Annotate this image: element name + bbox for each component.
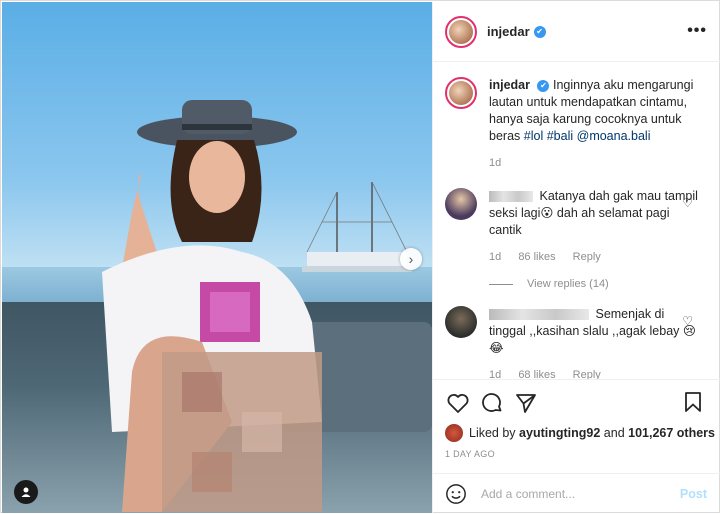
comment-heart-icon[interactable]: ♡: [682, 196, 693, 210]
author-username[interactable]: injedar: [487, 24, 530, 39]
more-icon[interactable]: •••: [687, 22, 707, 40]
view-replies-button[interactable]: View replies (14): [489, 278, 707, 290]
heart-icon: [447, 394, 469, 413]
likes-and-label: and: [603, 426, 625, 440]
user-tag-button[interactable]: [14, 480, 38, 504]
comments-list: injedar ✔ Inginnya aku mengarungi lautan…: [433, 63, 720, 379]
person-figure-image: [102, 100, 322, 512]
comment-heart-icon[interactable]: ♡: [682, 314, 693, 328]
comment-time[interactable]: 1d: [489, 251, 501, 263]
post-photo[interactable]: ›: [2, 2, 432, 513]
bookmark-icon: [685, 392, 701, 412]
share-button[interactable]: [513, 390, 539, 416]
mention-moana-bali[interactable]: @moana.bali: [577, 129, 651, 143]
hashtag-lol[interactable]: #lol: [524, 129, 543, 143]
likes-count[interactable]: 101,267 others: [628, 426, 715, 440]
post-actions: Liked by ayutingting92 and 101,267 other…: [433, 379, 720, 513]
comment-item: Semenjak di tinggal ,,kasihan slalu ,,ag…: [445, 306, 707, 379]
post-container: › injedar ✔ ••• injedar ✔ Inginnya aku m: [0, 0, 720, 513]
reply-button[interactable]: Reply: [573, 251, 601, 263]
post-date[interactable]: 1 DAY AGO: [445, 449, 495, 459]
caption-author[interactable]: injedar: [489, 78, 530, 92]
caption-author-avatar[interactable]: [445, 77, 477, 109]
comment-item: Katanya dah gak mau tampil seksi lagi😮 d…: [445, 188, 707, 266]
divider: [489, 283, 513, 285]
post-comment-button[interactable]: Post: [680, 487, 707, 501]
hashtag-bali[interactable]: #bali: [547, 129, 573, 143]
caption-time[interactable]: 1d: [489, 157, 501, 169]
save-button[interactable]: [681, 390, 707, 416]
comment-likes[interactable]: 68 likes: [518, 369, 555, 379]
user-tag-icon: [21, 487, 31, 497]
post-side-panel: injedar ✔ ••• injedar ✔ Inginnya aku men…: [432, 2, 720, 513]
caption-row: injedar ✔ Inginnya aku mengarungi lautan…: [445, 77, 707, 172]
commenter-name-redacted[interactable]: [489, 309, 589, 321]
liker-avatar[interactable]: [445, 424, 463, 442]
comment-icon: [482, 393, 502, 412]
likes-summary: Liked by ayutingting92 and 101,267 other…: [445, 424, 715, 442]
verified-icon: ✔: [537, 79, 550, 92]
commenter-name-redacted[interactable]: [489, 191, 533, 203]
commenter-avatar[interactable]: [445, 188, 477, 220]
view-replies-label: View replies (14): [527, 278, 609, 290]
share-icon: [516, 394, 536, 413]
like-button[interactable]: [445, 390, 471, 416]
post-header: injedar ✔ •••: [433, 2, 720, 62]
reply-button[interactable]: Reply: [573, 369, 601, 379]
emoji-icon[interactable]: [445, 483, 467, 505]
comment-button[interactable]: [479, 390, 505, 416]
comment-input[interactable]: [481, 487, 671, 501]
verified-icon: ✔: [533, 25, 546, 38]
comment-likes[interactable]: 86 likes: [518, 251, 555, 263]
next-photo-button[interactable]: ›: [400, 248, 422, 270]
liked-by-label: Liked by: [469, 426, 516, 440]
add-comment-bar: Post: [433, 473, 720, 514]
comment-time[interactable]: 1d: [489, 369, 501, 379]
chevron-right-icon: ›: [408, 251, 414, 267]
author-avatar[interactable]: [445, 15, 477, 48]
liker-username[interactable]: ayutingting92: [519, 426, 600, 440]
commenter-avatar[interactable]: [445, 306, 477, 338]
